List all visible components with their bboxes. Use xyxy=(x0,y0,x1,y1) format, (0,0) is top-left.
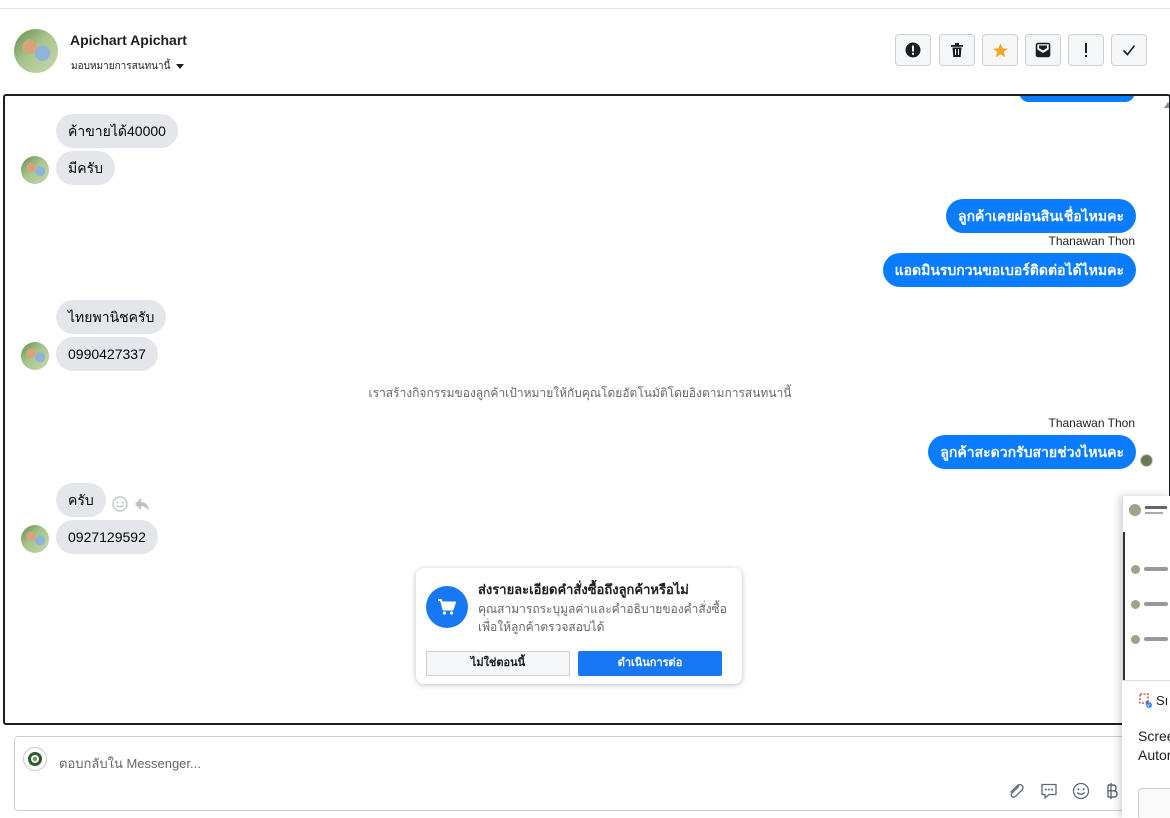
exclamation-circle-icon xyxy=(905,42,921,58)
spam-exclamation-icon xyxy=(1085,43,1087,57)
message-incoming[interactable]: ค้าขายได้40000 xyxy=(56,114,178,148)
baht-icon xyxy=(1107,783,1118,799)
star-icon xyxy=(992,42,1008,57)
popup-title: Scree xyxy=(1138,728,1170,744)
mark-unread-button[interactable] xyxy=(1025,34,1061,66)
thumbnail-row xyxy=(1131,599,1170,609)
spam-button[interactable] xyxy=(1068,34,1104,66)
message-outgoing[interactable]: ลูกค้าสะดวกรับสายช่วงไหนคะ xyxy=(928,435,1136,469)
react-emoji-icon[interactable] xyxy=(112,496,128,512)
message-incoming[interactable]: มีครับ xyxy=(56,151,115,185)
scroll-up-arrow-icon[interactable] xyxy=(1164,100,1170,108)
message-incoming[interactable]: ครับ xyxy=(56,483,106,517)
thumbnail-text xyxy=(1145,506,1167,509)
restrict-button[interactable] xyxy=(895,34,931,66)
saved-reply-button[interactable] xyxy=(1039,781,1059,801)
delete-button[interactable] xyxy=(939,34,975,66)
page-logo-icon xyxy=(28,752,42,766)
popup-action-button[interactable] xyxy=(1138,788,1170,818)
chevron-down-icon xyxy=(176,63,185,69)
continue-button[interactable]: ดำเนินการต่อ xyxy=(578,651,722,676)
order-details-card: ส่งรายละเอียดคำสั่งซื้อถึงลูกค้าหรือไม่ … xyxy=(416,568,742,684)
contact-avatar-small xyxy=(21,525,49,553)
assign-conversation-dropdown[interactable]: มอบหมายการสนทนานี้ xyxy=(71,59,185,74)
cart-icon-badge xyxy=(426,586,468,628)
sender-name: Thanawan Thon xyxy=(1048,234,1135,248)
contact-avatar-small xyxy=(21,156,49,184)
thumbnail-avatar xyxy=(1129,504,1141,516)
conversation-header: Apichart Apichart มอบหมายการสนทนานี้ xyxy=(0,9,1170,93)
message-incoming[interactable]: 0927129592 xyxy=(56,520,158,554)
message-thread[interactable]: ค้าขายได้40000 มีครับ ลูกค้าเคยผ่อนสินเช… xyxy=(3,94,1170,725)
star-button[interactable] xyxy=(982,34,1018,66)
page-avatar xyxy=(23,747,47,771)
message-outgoing[interactable]: แอดมินรบกวนขอเบอร์ติดต่อได้ไหมคะ xyxy=(882,253,1136,287)
snipping-tool-icon xyxy=(1139,693,1152,708)
contact-avatar[interactable] xyxy=(14,29,58,73)
mark-done-button[interactable] xyxy=(1111,34,1147,66)
checkmark-icon xyxy=(1122,45,1136,56)
thumbnail-row xyxy=(1131,564,1170,574)
popup-app-name: Sı xyxy=(1156,693,1169,708)
not-now-button[interactable]: ไม่ใช่ตอนนี้ xyxy=(426,651,570,676)
contact-name[interactable]: Apichart Apichart xyxy=(70,32,187,48)
thumbnail-border xyxy=(1123,532,1125,680)
screenshot-notification-popup[interactable]: Sı Scree Autor xyxy=(1122,496,1170,818)
order-card-title: ส่งรายละเอียดคำสั่งซื้อถึงลูกค้าหรือไม่ xyxy=(478,582,689,597)
system-note: เราสร้างกิจกรรมของลูกค้าเป้าหมายให้กับคุ… xyxy=(368,386,792,400)
message-incoming[interactable]: 0990427337 xyxy=(56,337,158,371)
popup-subtitle: Autor xyxy=(1138,747,1170,763)
reply-composer[interactable]: ตอบกลับใน Messenger... xyxy=(14,736,1170,811)
read-receipt-avatar xyxy=(1140,454,1153,467)
order-card-description: คุณสามารถระบุมูลค่าและคำอธิบายของคำสั่งซ… xyxy=(478,602,727,634)
message-bubble-clipped xyxy=(1019,96,1135,102)
reply-icon[interactable] xyxy=(134,496,150,512)
attach-button[interactable] xyxy=(1006,781,1026,801)
attachment-icon xyxy=(1010,783,1024,798)
message-incoming[interactable]: ไทยพานิชครับ xyxy=(56,300,167,334)
shopping-cart-icon xyxy=(438,599,456,615)
emoji-button[interactable] xyxy=(1071,781,1091,801)
contact-avatar-small xyxy=(21,342,49,370)
thumbnail-text xyxy=(1145,512,1163,514)
reply-input[interactable]: ตอบกลับใน Messenger... xyxy=(59,753,201,774)
message-outgoing[interactable]: ลูกค้าเคยผ่อนสินเชื่อไหมคะ xyxy=(945,199,1136,233)
thumbnail-row xyxy=(1131,634,1170,644)
sender-name: Thanawan Thon xyxy=(1048,416,1135,430)
payment-button[interactable] xyxy=(1102,781,1122,801)
emoji-icon xyxy=(1072,782,1090,800)
screenshot-thumbnail[interactable] xyxy=(1122,496,1170,681)
mark-unread-icon xyxy=(1035,42,1051,58)
assign-label: มอบหมายการสนทนานี้ xyxy=(71,61,171,72)
trash-icon xyxy=(951,43,963,57)
saved-reply-icon xyxy=(1041,783,1057,799)
